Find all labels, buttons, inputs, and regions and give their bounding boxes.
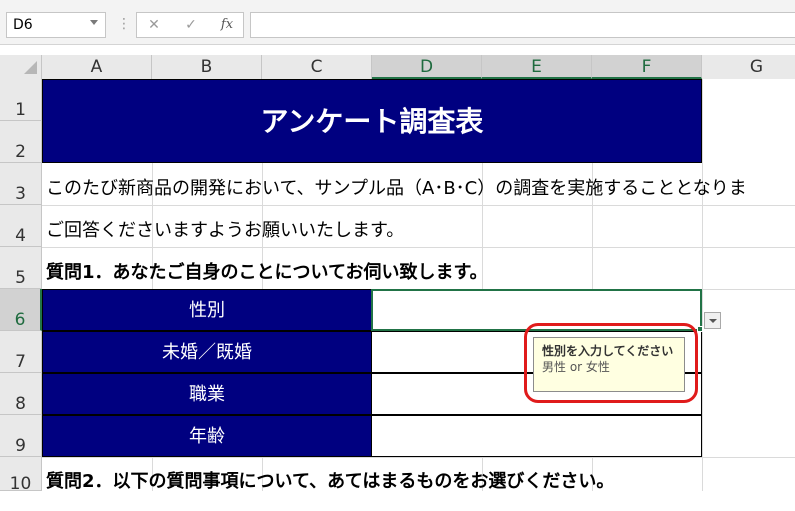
label-occupation[interactable]: 職業: [42, 373, 372, 415]
row-header-3[interactable]: 3: [0, 163, 42, 205]
row-header-9[interactable]: 9: [0, 415, 42, 457]
formula-bar-grip-icon: ⋮: [117, 16, 131, 32]
column-header-g[interactable]: G: [702, 55, 795, 79]
name-box[interactable]: D6: [6, 12, 106, 38]
question-1[interactable]: 質問1．あなたご自身のことについてお伺い致します。: [46, 258, 488, 284]
row-header-8[interactable]: 8: [0, 373, 42, 415]
survey-title[interactable]: アンケート調査表: [42, 79, 702, 163]
highlight-annotation: [524, 323, 698, 403]
row-header-10[interactable]: 10: [0, 457, 42, 494]
gridline: [42, 205, 795, 206]
row-header-5[interactable]: 5: [0, 247, 42, 289]
column-header-a[interactable]: A: [42, 55, 152, 79]
column-header-c[interactable]: C: [262, 55, 372, 79]
column-header-e[interactable]: E: [482, 55, 592, 79]
formula-input[interactable]: [250, 12, 795, 38]
row-header-1[interactable]: 1: [0, 79, 42, 121]
column-header-b[interactable]: B: [152, 55, 262, 79]
fill-handle[interactable]: [697, 326, 703, 332]
name-box-dropdown-icon[interactable]: [90, 20, 98, 25]
label-marital-status[interactable]: 未婚／既婚: [42, 331, 372, 373]
question-2[interactable]: 質問2．以下の質問事項について、あてはまるものをお選びください。: [46, 467, 614, 493]
select-all-icon: [24, 61, 37, 74]
label-age[interactable]: 年齢: [42, 415, 372, 457]
column-header-d[interactable]: D: [372, 55, 482, 79]
column-header-f[interactable]: F: [592, 55, 702, 79]
insert-function-icon[interactable]: fx: [216, 12, 238, 38]
row-header-7[interactable]: 7: [0, 331, 42, 373]
input-age-cell[interactable]: [371, 415, 702, 457]
label-gender[interactable]: 性別: [42, 289, 372, 331]
chevron-down-icon: [709, 319, 717, 323]
gridline: [42, 457, 795, 458]
gridline: [702, 79, 703, 491]
row-header-4[interactable]: 4: [0, 205, 42, 247]
enter-icon[interactable]: ✓: [180, 12, 202, 38]
cancel-icon[interactable]: ✕: [143, 12, 165, 38]
row-header-2[interactable]: 2: [0, 121, 42, 163]
intro-line-2[interactable]: ご回答くださいますようお願いいたします。: [46, 216, 404, 242]
gridline: [42, 247, 795, 248]
intro-line-1[interactable]: このたび新商品の開発において、サンプル品（A･B･C）の調査を実施することとなり…: [46, 174, 747, 200]
row-header-6[interactable]: 6: [0, 289, 42, 331]
